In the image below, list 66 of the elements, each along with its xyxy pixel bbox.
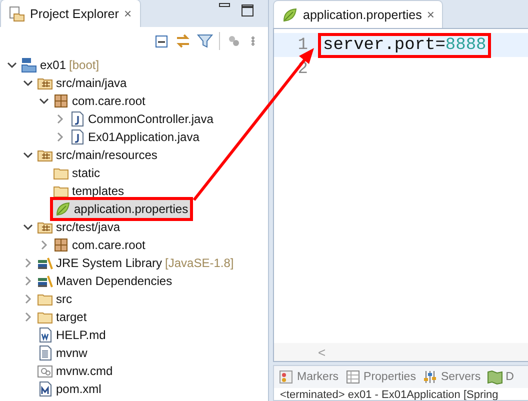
expanded-chevron-icon[interactable] bbox=[39, 96, 49, 106]
explorer-tab[interactable]: Project Explorer × bbox=[0, 0, 141, 27]
text-file-icon bbox=[37, 345, 53, 361]
books-icon bbox=[37, 273, 53, 289]
sliders-icon bbox=[422, 369, 438, 385]
tree-item[interactable]: src bbox=[56, 292, 72, 306]
tree-item-decoration: [JavaSE-1.8] bbox=[165, 256, 234, 270]
tree-item[interactable]: mvnw bbox=[56, 346, 88, 360]
tree-item[interactable]: static bbox=[72, 166, 100, 180]
tree-item[interactable]: src/main/java bbox=[56, 76, 127, 90]
line-number: 1 bbox=[296, 36, 309, 54]
tree-item[interactable]: templates bbox=[72, 184, 124, 198]
expanded-chevron-icon[interactable] bbox=[7, 60, 17, 70]
collapsed-chevron-icon[interactable] bbox=[55, 114, 65, 124]
tree-item[interactable]: HELP.md bbox=[56, 328, 106, 342]
markers-icon bbox=[278, 369, 294, 385]
tree-item[interactable]: target bbox=[56, 310, 87, 324]
view-tab[interactable]: Properties bbox=[344, 369, 416, 385]
expanded-chevron-icon[interactable] bbox=[23, 78, 33, 88]
collapse-all-icon bbox=[153, 32, 169, 48]
tree-item[interactable]: mvnw.cmd bbox=[56, 364, 113, 378]
tree-item[interactable]: Maven Dependencies bbox=[56, 274, 172, 288]
collapsed-chevron-icon[interactable] bbox=[23, 276, 33, 286]
close-icon[interactable]: × bbox=[426, 7, 434, 22]
maximize-icon bbox=[240, 3, 256, 19]
collapsed-chevron-icon[interactable] bbox=[39, 240, 49, 250]
editor-tab[interactable]: application.properties × bbox=[273, 0, 444, 28]
close-icon[interactable]: × bbox=[124, 6, 132, 21]
collapsed-chevron-icon[interactable] bbox=[23, 258, 33, 268]
collapsed-chevron-icon[interactable] bbox=[23, 312, 33, 322]
expanded-chevron-icon[interactable] bbox=[23, 150, 33, 160]
tree-item[interactable]: src/test/java bbox=[56, 220, 120, 234]
java-file-icon bbox=[69, 111, 85, 127]
tree-item[interactable]: application.properties bbox=[74, 202, 188, 216]
leaf-icon bbox=[282, 6, 298, 22]
minimize-icon[interactable] bbox=[219, 3, 230, 7]
tree-item[interactable]: com.care.root bbox=[72, 94, 146, 108]
console-text: <terminated> ex01 - Ex01Application [Spring bbox=[279, 388, 500, 400]
collapsed-chevron-icon[interactable] bbox=[55, 132, 65, 142]
tree-item[interactable]: com.care.root bbox=[72, 238, 146, 252]
tree-item-decoration: [boot] bbox=[69, 58, 100, 72]
tree-item[interactable]: Ex01Application.java bbox=[88, 130, 200, 144]
explorer-icon bbox=[9, 6, 25, 22]
tree-item[interactable]: ex01 bbox=[40, 58, 66, 72]
view-tab[interactable]: Markers bbox=[278, 369, 339, 385]
project-icon bbox=[21, 57, 37, 73]
expanded-chevron-icon[interactable] bbox=[23, 222, 33, 232]
link-arrows-icon bbox=[175, 32, 191, 48]
filter-icon bbox=[197, 32, 213, 48]
view-tab[interactable]: Servers bbox=[422, 369, 481, 385]
view-tab[interactable]: D bbox=[486, 369, 514, 385]
books-icon bbox=[37, 255, 53, 271]
word-file-icon bbox=[37, 327, 53, 343]
tree-item[interactable]: pom.xml bbox=[56, 382, 102, 396]
map-icon bbox=[486, 369, 503, 385]
collapsed-chevron-icon[interactable] bbox=[23, 294, 33, 304]
maven-file-icon bbox=[37, 381, 53, 397]
tree-item[interactable]: JRE System Library bbox=[56, 256, 162, 270]
tree-item[interactable]: src/main/resources bbox=[56, 148, 158, 162]
tree-item[interactable]: CommonController.java bbox=[88, 112, 214, 126]
leaf-icon bbox=[55, 201, 71, 217]
java-file-icon bbox=[69, 129, 85, 145]
gear-file-icon bbox=[37, 363, 53, 379]
package-icon bbox=[53, 237, 69, 253]
package-icon bbox=[53, 93, 69, 109]
table-icon bbox=[344, 369, 361, 385]
